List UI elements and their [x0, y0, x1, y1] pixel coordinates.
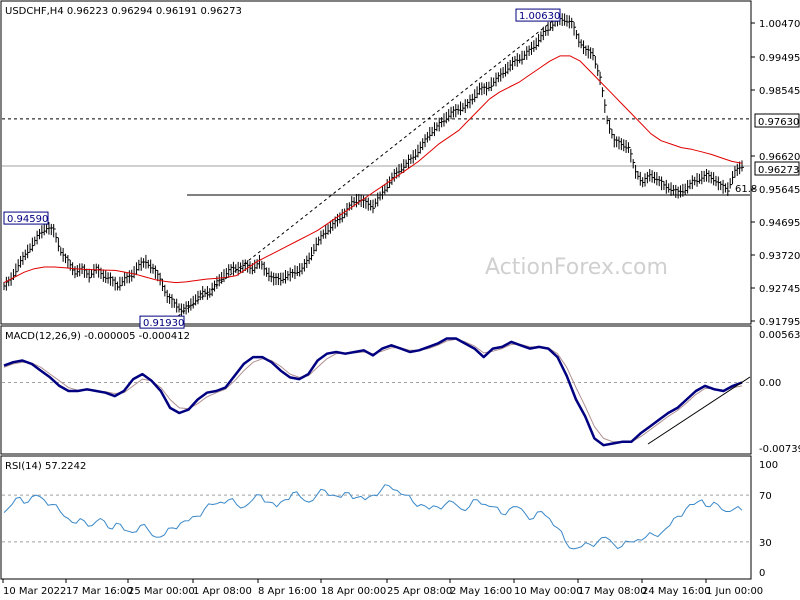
rsi-panel-frame [0, 455, 752, 580]
rsi-header: RSI(14) 57.2242 [5, 461, 86, 472]
price-ytick-label: 0.92745 [759, 284, 800, 295]
price-ytick-label: 0.99495 [759, 53, 800, 64]
rsi-ytick-label: 0 [759, 568, 765, 579]
axis-level-label: 0.96273 [758, 165, 799, 176]
xtick-label: 17 May 08:00 [578, 586, 647, 597]
macd-ytick-label: -0.007395 [759, 444, 800, 455]
rsi-ytick-label: 100 [759, 460, 778, 471]
xtick-label: 1 Jun 00:00 [706, 586, 763, 597]
rsi-ytick-label: 30 [759, 538, 772, 549]
xtick-label: 18 Apr 00:00 [321, 586, 386, 597]
price-ytick-label: 0.93720 [759, 251, 800, 262]
rsi-ytick-label: 70 [759, 491, 772, 502]
fib-label: 61.8 [735, 184, 757, 195]
watermark: ActionForex.com [485, 255, 668, 280]
xtick-label: 10 May 00:00 [514, 586, 583, 597]
macd-header: MACD(12,26,9) -0.000005 -0.000412 [5, 331, 190, 342]
price-ytick-label: 1.00470 [759, 19, 800, 30]
xtick-label: 25 Apr 08:00 [387, 586, 452, 597]
chart-canvas: ActionForex.com 61.8 1.00630 0.94590 0.9193… [0, 0, 800, 597]
price-ytick-label: 0.96620 [759, 152, 800, 163]
price-tag-label: 0.91930 [143, 318, 184, 329]
price-ytick-label: 0.91795 [759, 317, 800, 328]
xtick-label: 25 Mar 00:00 [128, 586, 195, 597]
macd-ytick-label: 0.005632 [759, 330, 800, 341]
xtick-label: 8 Apr 16:00 [258, 586, 317, 597]
price-ytick-label: 0.94695 [759, 218, 800, 229]
price-ytick-label: 0.98545 [759, 86, 800, 97]
xtick-label: 10 Mar 2022 [3, 586, 66, 597]
price-ytick-label: 0.95645 [759, 185, 800, 196]
xtick-label: 1 Apr 08:00 [193, 586, 252, 597]
xtick-label: 17 Mar 16:00 [66, 586, 133, 597]
price-tag-label: 0.94590 [7, 214, 48, 225]
price-tag-label: 1.00630 [519, 11, 560, 22]
xtick-label: 24 May 16:00 [642, 586, 711, 597]
xtick-label: 2 May 16:00 [450, 586, 512, 597]
macd-ytick-label: 0.00 [759, 378, 781, 389]
price-header: USDCHF,H4 0.96223 0.96294 0.96191 0.9627… [5, 6, 242, 17]
axis-level-label: 0.97630 [758, 117, 799, 128]
